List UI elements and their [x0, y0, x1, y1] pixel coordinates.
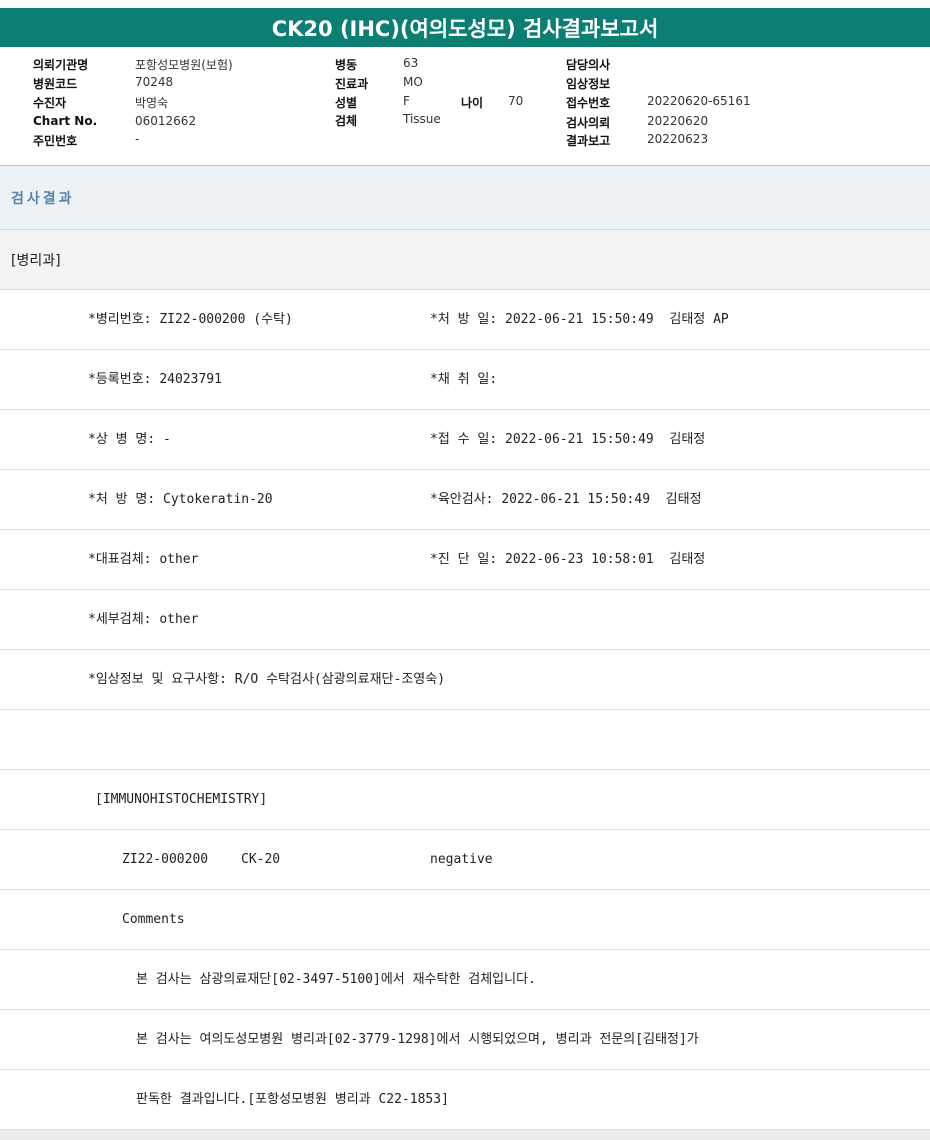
doctor-label: 담당의사 [566, 58, 611, 72]
department-value: MO [403, 75, 423, 89]
pathology-number: *병리번호: ZI22-000200 (수탁) [88, 312, 293, 327]
result-row: *등록번호: 24023791 *채 취 일: [0, 350, 930, 410]
specimen-value: Tissue [403, 112, 441, 126]
ihc-case-number: ZI22-000200 [122, 852, 209, 867]
top-gap [0, 0, 930, 8]
comments-label-row: Comments [0, 890, 930, 950]
report-title-bar: CK20 (IHC)(여의도성모) 검사결과보고서 [0, 8, 930, 47]
clinical-info-request: *임상정보 및 요구사항: R/O 수탁검사(삼광의료재단-조영숙) [88, 672, 446, 687]
ihc-header: [IMMUNOHISTOCHEMISTRY] [95, 792, 268, 807]
gross-exam-date: *육안검사: 2022-06-21 15:50:49 김태정 [430, 492, 702, 507]
header-row-5: 주민번호 - 결과보고 20220623 [0, 132, 930, 150]
ward-value: 63 [403, 56, 419, 70]
institution-label: 의뢰기관명 [33, 58, 89, 72]
ihc-header-row: [IMMUNOHISTOCHEMISTRY] [0, 770, 930, 830]
chart-no-value: 06012662 [135, 114, 197, 128]
comments-label: Comments [122, 912, 185, 927]
comment-text: 본 검사는 여의도성모병원 병리과[02-3779-1298]에서 시행되었으며… [136, 1032, 699, 1047]
representative-specimen: *대표검체: other [88, 552, 199, 567]
ihc-marker: CK-20 [241, 852, 281, 867]
department-heading: [병리과] [0, 230, 930, 290]
result-row: *상 병 명: - *접 수 일: 2022-06-21 15:50:49 김태… [0, 410, 930, 470]
comment-text: 본 검사는 삼광의료재단[02-3497-5100]에서 재수탁한 검체입니다. [136, 972, 536, 987]
hospital-code-label: 병원코드 [33, 77, 78, 91]
header-row-4: Chart No. 06012662 검체 Tissue 검사의뢰 202206… [0, 112, 930, 132]
section-title: 검사결과 [0, 166, 930, 230]
hospital-code-value: 70248 [135, 75, 174, 89]
report-title: CK20 (IHC)(여의도성모) 검사결과보고서 [271, 16, 659, 41]
receipt-no-value: 20220620-65161 [647, 94, 751, 108]
chart-no-label: Chart No. [33, 114, 98, 128]
patient-info-header: 의뢰기관명 포항성모병원(보험) 병동 63 담당의사 병원코드 70248 진… [0, 47, 930, 166]
resident-no-label: 주민번호 [33, 134, 78, 148]
request-label: 검사의뢰 [566, 116, 611, 130]
bottom-bar [0, 1130, 930, 1140]
clinical-info-label: 임상정보 [566, 77, 611, 91]
registration-number: *등록번호: 24023791 [88, 372, 222, 387]
age-label: 나이 [461, 96, 484, 110]
specimen-label: 검체 [335, 114, 358, 128]
header-row-2: 병원코드 70248 진료과 MO 임상정보 [0, 75, 930, 93]
comment-row: 본 검사는 여의도성모병원 병리과[02-3779-1298]에서 시행되었으며… [0, 1010, 930, 1070]
examinee-label: 수진자 [33, 96, 67, 110]
diagnosis-name: *상 병 명: - [88, 432, 171, 447]
ihc-result-row: ZI22-000200 CK-20 negative [0, 830, 930, 890]
comment-text: 판독한 결과입니다.[포항성모병원 병리과 C22-1853] [136, 1092, 449, 1107]
detail-specimen: *세부검체: other [88, 612, 199, 627]
result-row: *처 방 명: Cytokeratin-20 *육안검사: 2022-06-21… [0, 470, 930, 530]
diagnosis-date: *진 단 일: 2022-06-23 10:58:01 김태정 [430, 552, 706, 567]
result-row: *세부검체: other [0, 590, 930, 650]
receipt-date: *접 수 일: 2022-06-21 15:50:49 김태정 [430, 432, 706, 447]
ihc-result-value: negative [430, 852, 493, 867]
receipt-no-label: 접수번호 [566, 96, 611, 110]
header-row-3: 수진자 박영숙 성별 F 나이 70 접수번호 20220620-65161 [0, 94, 930, 112]
comment-row: 본 검사는 삼광의료재단[02-3497-5100]에서 재수탁한 검체입니다. [0, 950, 930, 1010]
examinee-value: 박영숙 [135, 96, 169, 110]
blank-row [0, 710, 930, 770]
ward-label: 병동 [335, 58, 358, 72]
result-row: *임상정보 및 요구사항: R/O 수탁검사(삼광의료재단-조영숙) [0, 650, 930, 710]
department-label: 진료과 [335, 77, 369, 91]
prescription-name: *처 방 명: Cytokeratin-20 [88, 492, 273, 507]
report-value: 20220623 [647, 132, 709, 146]
sex-value: F [403, 94, 410, 108]
header-row-1: 의뢰기관명 포항성모병원(보험) 병동 63 담당의사 [0, 56, 930, 74]
report-label: 결과보고 [566, 134, 611, 148]
prescription-date: *처 방 일: 2022-06-21 15:50:49 김태정 AP [430, 312, 729, 327]
comment-row: 판독한 결과입니다.[포항성모병원 병리과 C22-1853] [0, 1070, 930, 1130]
result-row: *병리번호: ZI22-000200 (수탁) *처 방 일: 2022-06-… [0, 290, 930, 350]
result-row: *대표검체: other *진 단 일: 2022-06-23 10:58:01… [0, 530, 930, 590]
age-value: 70 [508, 94, 524, 108]
resident-no-value: - [135, 132, 140, 146]
sex-label: 성별 [335, 96, 358, 110]
collection-date: *채 취 일: [430, 372, 498, 387]
request-value: 20220620 [647, 114, 709, 128]
institution-value: 포항성모병원(보험) [135, 58, 233, 72]
